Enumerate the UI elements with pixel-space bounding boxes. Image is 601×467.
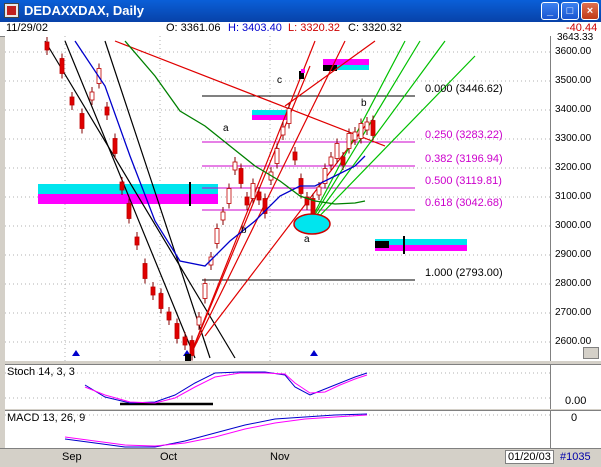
- high-value: H: 3403.40: [228, 22, 282, 34]
- candle-body: [250, 183, 256, 199]
- macd-canvas: [5, 413, 550, 448]
- candle-body: [150, 286, 156, 296]
- candle-body: [280, 126, 286, 136]
- month-nov: Nov: [270, 451, 290, 463]
- y-tick-label: 3600.00: [555, 46, 592, 57]
- y-tick-label: 2700.00: [555, 307, 592, 318]
- current-date: 11/29/02: [6, 22, 49, 34]
- candle-body: [244, 196, 250, 206]
- candle-body: [370, 120, 376, 136]
- fib-label-1: 0.250 (3283.22): [425, 129, 503, 141]
- wave-label-c: c: [277, 75, 282, 86]
- candle-body: [232, 161, 238, 171]
- highlight-ellipse: [293, 213, 331, 235]
- fib-label-5: 1.000 (2793.00): [425, 267, 503, 279]
- candle-body: [328, 156, 334, 166]
- stochastic-panel[interactable]: Stoch 14, 3, 3: [5, 364, 550, 409]
- macd-value: 0: [571, 412, 578, 424]
- wave-label-b2: b: [361, 98, 367, 109]
- candle-body: [174, 323, 180, 339]
- candle-body: [274, 148, 280, 164]
- chart-window: DEDAXXDAX, Daily _ □ × 11/29/02 O: 3361.…: [0, 0, 601, 467]
- y-tick-label: 3000.00: [555, 220, 592, 231]
- candle-body: [142, 263, 148, 279]
- y-tick-partial: 3643.33: [557, 32, 594, 43]
- candle-body: [134, 236, 140, 246]
- low-value: L: 3320.32: [288, 22, 340, 34]
- axis-scroll-button[interactable]: [583, 347, 599, 359]
- fib-label-2: 0.382 (3196.94): [425, 153, 503, 165]
- candle-body: [44, 41, 50, 51]
- close-button[interactable]: ×: [581, 2, 599, 20]
- candle-body: [89, 91, 95, 101]
- price-axis[interactable]: 3643.33 3600.00 3500.00 3400.00 3300.00 3200…: [550, 32, 601, 361]
- candle-body: [79, 113, 85, 129]
- maximize-button[interactable]: □: [561, 2, 579, 20]
- fib-label-4: 0.618 (3042.68): [425, 197, 503, 209]
- month-oct: Oct: [160, 451, 178, 463]
- y-tick-label: 3500.00: [555, 75, 592, 86]
- candle-body: [352, 131, 358, 141]
- candle-body: [104, 106, 110, 116]
- open-value: O: 3361.06: [166, 22, 221, 34]
- candle-body: [346, 133, 352, 149]
- candle-body: [69, 96, 75, 106]
- candle-body: [292, 151, 298, 161]
- ohlc-info-bar: 11/29/02 O: 3361.06 H: 3403.40 L: 3320.3…: [0, 22, 601, 37]
- candle-body: [364, 121, 370, 131]
- candle-body: [226, 188, 232, 204]
- stochastic-canvas: [5, 371, 550, 406]
- candle-body: [340, 156, 346, 166]
- candle-body: [158, 293, 164, 309]
- candle-body: [202, 283, 208, 299]
- macd-axis: 0: [550, 410, 601, 449]
- y-tick-label: 3100.00: [555, 191, 592, 202]
- y-tick-label: 3200.00: [555, 162, 592, 173]
- y-tick-label: 2900.00: [555, 249, 592, 260]
- fib-label-3: 0.500 (3119.81): [425, 175, 502, 187]
- wave-label-a2: a: [304, 234, 310, 245]
- candle-body: [358, 123, 364, 139]
- wave-label-a1: a: [223, 123, 229, 134]
- window-title: DEDAXXDAX, Daily: [24, 3, 144, 18]
- app-icon: [4, 3, 19, 18]
- fib-label-0: 0.000 (3446.62): [425, 83, 503, 95]
- candle-body: [119, 181, 125, 191]
- y-tick-label: 2800.00: [555, 278, 592, 289]
- stoch-value: 0.00: [565, 395, 587, 407]
- wave-label-b1: b: [241, 225, 247, 236]
- time-axis[interactable]: Sep Oct Nov 01/20/03 #1035: [0, 448, 601, 467]
- date-box: 01/20/03: [505, 450, 554, 464]
- title-bar[interactable]: DEDAXXDAX, Daily _ □ ×: [0, 0, 601, 22]
- macd-label: MACD 13, 26, 9: [7, 412, 86, 424]
- candle-body: [316, 186, 322, 196]
- candle-body: [334, 143, 340, 159]
- stoch-label: Stoch 14, 3, 3: [7, 366, 75, 378]
- stoch-axis: 0.00: [550, 364, 601, 409]
- month-sep: Sep: [62, 451, 82, 463]
- minimize-button[interactable]: _: [541, 2, 559, 20]
- candle-body: [238, 168, 244, 184]
- y-tick-label: 2600.00: [555, 336, 592, 347]
- macd-panel[interactable]: MACD 13, 26, 9: [5, 410, 550, 449]
- y-tick-label: 3400.00: [555, 104, 592, 115]
- candle-body: [126, 203, 132, 219]
- candle-body: [286, 108, 292, 124]
- candle-body: [256, 191, 262, 201]
- candle-body: [112, 138, 118, 154]
- candle-body: [214, 228, 220, 244]
- close-value: C: 3320.32: [348, 22, 402, 34]
- bar-count: #1035: [560, 451, 591, 463]
- candle-body: [220, 211, 226, 221]
- fibonacci-lines: [202, 95, 415, 281]
- y-tick-label: 3300.00: [555, 133, 592, 144]
- candle-body: [196, 316, 202, 326]
- candle-body: [166, 311, 172, 321]
- candle-body: [182, 336, 188, 346]
- price-chart[interactable]: a b c a b 0.000 (3446.62) 0.250 (3283.22…: [5, 36, 550, 361]
- candle-body: [59, 58, 65, 74]
- candle-body: [189, 340, 195, 356]
